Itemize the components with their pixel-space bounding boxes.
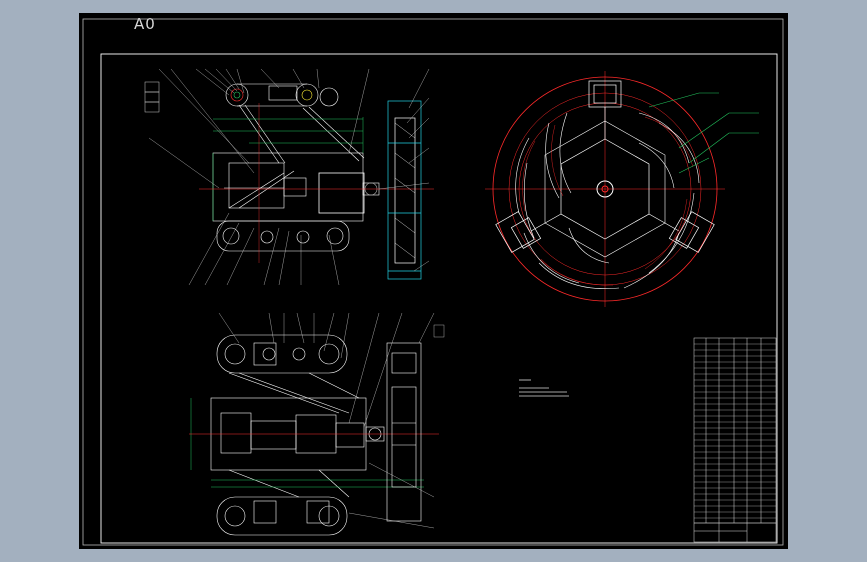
parts-list-rows (694, 343, 776, 524)
leader-lines-top (148, 68, 430, 286)
title-block (694, 522, 776, 542)
inner-border (100, 53, 778, 544)
part-label-box (433, 324, 445, 338)
technical-notes (519, 379, 569, 397)
cutter-top-view (386, 342, 422, 522)
top-view (189, 334, 439, 536)
outer-border (82, 18, 784, 546)
side-view (199, 83, 434, 263)
drawing-sheet: A0 (79, 13, 788, 549)
part-number-boxes (144, 81, 160, 113)
front-view (485, 71, 759, 307)
cutter-side-view (387, 100, 422, 280)
cad-drawing (82, 18, 784, 546)
